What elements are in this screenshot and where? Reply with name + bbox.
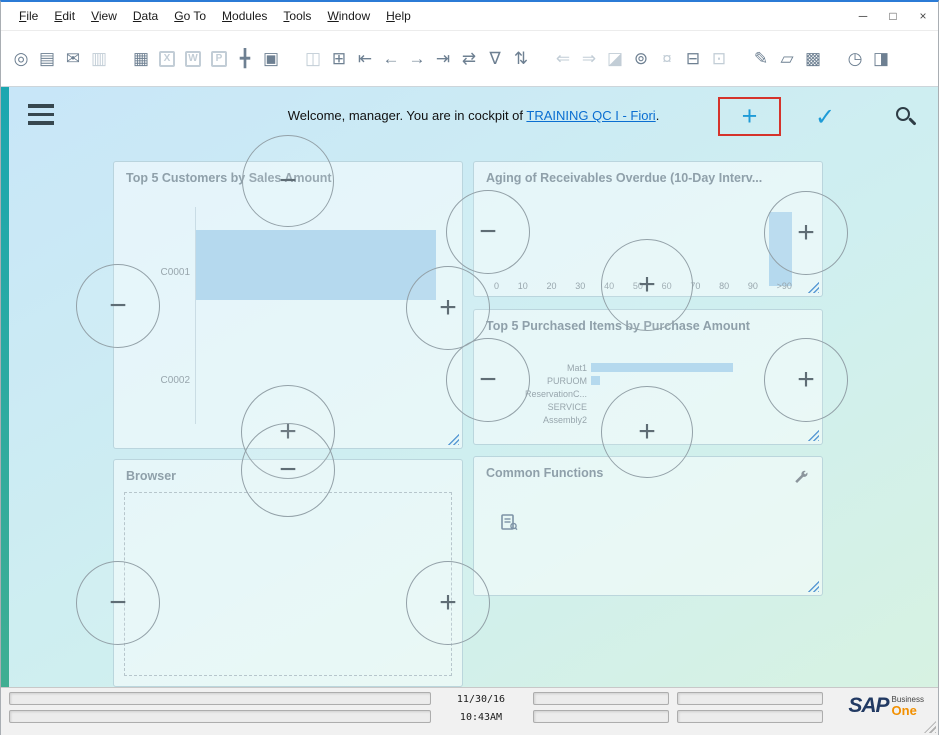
print-icon[interactable]: ▤: [35, 47, 59, 71]
export-word-icon[interactable]: W: [185, 51, 201, 67]
chart-category-label: C0002: [140, 375, 190, 386]
fax-icon[interactable]: ▥: [87, 47, 111, 71]
widget-title: Aging of Receivables Overdue (10-Day Int…: [474, 162, 822, 185]
widget-resize-circle-plus[interactable]: +: [601, 239, 693, 331]
main-area: Top 5 Customers by Sales Amount C0001 C0…: [1, 87, 938, 687]
edit-document-icon[interactable]: ▱: [775, 47, 799, 71]
menu-help[interactable]: Help: [378, 5, 419, 27]
widget-resize-handle[interactable]: [807, 281, 819, 293]
status-info-field: [677, 692, 823, 705]
widget-resize-circle-plus[interactable]: +: [764, 191, 848, 275]
form-shortcut-icon[interactable]: [500, 513, 518, 531]
status-message-field: [9, 692, 431, 705]
split-screen-icon[interactable]: ⊟: [681, 47, 705, 71]
wrench-icon[interactable]: [793, 469, 808, 484]
cockpit: Top 5 Customers by Sales Amount C0001 C0…: [9, 87, 938, 687]
menu-modules[interactable]: Modules: [214, 5, 275, 27]
payment-wizard-icon[interactable]: ◫: [301, 47, 325, 71]
workflow-icon[interactable]: ◨: [869, 47, 893, 71]
pan-icon[interactable]: ╋: [233, 47, 257, 71]
print-preview-icon[interactable]: ▦: [129, 47, 153, 71]
widget-resize-circle-minus[interactable]: −: [241, 423, 335, 517]
widget-resize-handle[interactable]: [447, 433, 459, 445]
filter-icon[interactable]: ∇: [483, 47, 507, 71]
widget-resize-circle-minus[interactable]: −: [76, 561, 160, 645]
chart-category-label: Assembly2: [495, 415, 587, 425]
next-record-icon[interactable]: →: [405, 47, 429, 71]
left-edge-strip: [1, 87, 9, 687]
window-controls: ─ □ ×: [856, 2, 930, 30]
toolbar: ◎ ▤ ✉ ▥ ▦ X W P ╋ ▣ ◫ ⊞ ⇤ ← → ⇥ ⇄ ∇ ⇅ ⇐ …: [1, 30, 938, 87]
search-icon[interactable]: [895, 106, 919, 130]
menu-edit[interactable]: Edit: [46, 5, 83, 27]
widget-resize-circle-minus[interactable]: −: [446, 190, 530, 274]
widget-resize-circle-plus[interactable]: +: [764, 338, 848, 422]
highlight-red-box: +: [718, 97, 781, 136]
maximize-button[interactable]: □: [886, 9, 900, 23]
status-date: 11/30/16: [437, 694, 525, 705]
chart-bar: [196, 230, 436, 300]
menu-window[interactable]: Window: [319, 5, 378, 27]
app-window: File Edit View Data Go To Modules Tools …: [0, 0, 939, 735]
status-info-field: [533, 692, 669, 705]
export-excel-icon[interactable]: X: [159, 51, 175, 67]
welcome-message: Welcome, manager. You are in cockpit of …: [9, 108, 938, 123]
document-trail-icon[interactable]: ◪: [603, 47, 627, 71]
menu-goto[interactable]: Go To: [166, 5, 214, 27]
first-record-icon[interactable]: ⇤: [353, 47, 377, 71]
cockpit-link[interactable]: TRAINING QC I - Fiori: [526, 108, 655, 123]
email-icon[interactable]: ✉: [61, 47, 85, 71]
payment-means-icon[interactable]: ¤: [655, 47, 679, 71]
linked-documents-icon[interactable]: ⊚: [629, 47, 653, 71]
widget-resize-circle-minus[interactable]: −: [446, 338, 530, 422]
widget-resize-circle-plus[interactable]: +: [406, 561, 490, 645]
minimize-button[interactable]: ─: [856, 9, 870, 23]
form-settings-icon[interactable]: ▩: [801, 47, 825, 71]
previous-document-icon[interactable]: ⇐: [551, 47, 575, 71]
window-resize-grip[interactable]: [924, 721, 936, 733]
sort-icon[interactable]: ⇅: [509, 47, 533, 71]
chart-bar: [591, 363, 733, 372]
widget-resize-circle-plus[interactable]: +: [601, 386, 693, 478]
refresh-record-icon[interactable]: ⇄: [457, 47, 481, 71]
lock-screen-icon[interactable]: ▣: [259, 47, 283, 71]
browser-placeholder-area: [124, 492, 452, 676]
menu-data[interactable]: Data: [125, 5, 166, 27]
next-document-icon[interactable]: ⇒: [577, 47, 601, 71]
sap-business-one-logo: SAP Business One: [848, 694, 924, 718]
menu-bar: File Edit View Data Go To Modules Tools …: [1, 2, 938, 30]
widget-resize-circle-minus[interactable]: −: [242, 135, 334, 227]
widget-resize-handle[interactable]: [807, 429, 819, 441]
status-time: 10:43AM: [437, 712, 525, 723]
query-icon[interactable]: ⊡: [707, 47, 731, 71]
previous-record-icon[interactable]: ←: [379, 47, 403, 71]
menu-file[interactable]: File: [11, 5, 46, 27]
widget-resize-circle-minus[interactable]: −: [76, 264, 160, 348]
chart-bar: [591, 376, 600, 385]
status-info-field: [533, 710, 669, 723]
widget-resize-circle-plus[interactable]: +: [406, 266, 490, 350]
export-pdf-icon[interactable]: P: [211, 51, 227, 67]
close-button[interactable]: ×: [916, 9, 930, 23]
find-icon[interactable]: ◎: [9, 47, 33, 71]
user-defined-values-icon[interactable]: ✎: [749, 47, 773, 71]
status-info-field: [677, 710, 823, 723]
last-record-icon[interactable]: ⇥: [431, 47, 455, 71]
status-bar: 11/30/16 10:43AM SAP Business One: [1, 687, 938, 735]
time-icon[interactable]: ◷: [843, 47, 867, 71]
add-record-icon[interactable]: ⊞: [327, 47, 351, 71]
menu-view[interactable]: View: [83, 5, 125, 27]
apply-icon[interactable]: ✓: [815, 103, 835, 132]
widget-resize-handle[interactable]: [807, 580, 819, 592]
add-widget-icon[interactable]: +: [742, 101, 758, 132]
status-message-field: [9, 710, 431, 723]
menu-tools[interactable]: Tools: [275, 5, 319, 27]
